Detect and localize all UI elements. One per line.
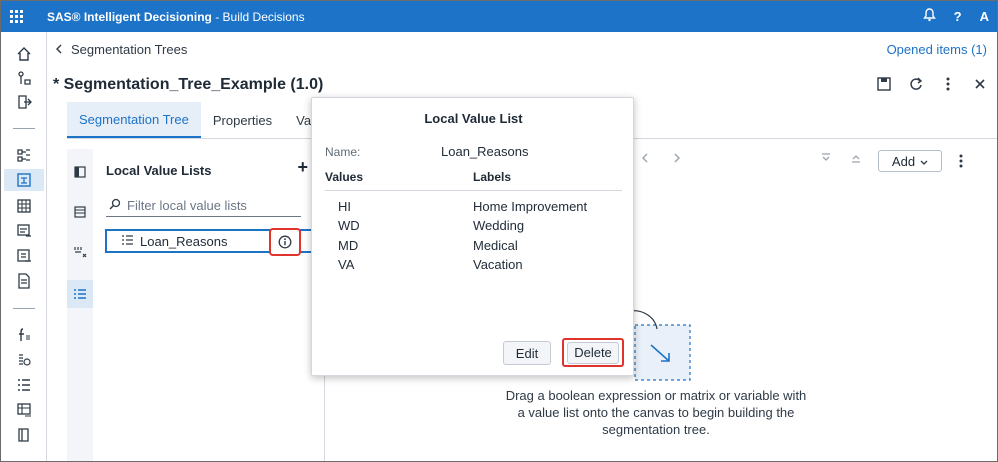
value-lists-icon[interactable]: [11, 374, 37, 396]
matrices-icon[interactable]: [69, 241, 91, 263]
user-avatar[interactable]: A: [980, 9, 989, 24]
add-value-list-button[interactable]: +: [297, 157, 308, 178]
variables-icon[interactable]: [11, 349, 37, 371]
page-title: * Segmentation_Tree_Example (1.0): [53, 76, 324, 93]
value-list-icon: [121, 234, 134, 249]
canvas-toolbar: [641, 151, 861, 166]
table-row-label: Vacation: [473, 257, 523, 272]
tab-properties[interactable]: Properties: [201, 102, 284, 138]
app-brand: SAS® Intelligent Decisioning: [47, 9, 212, 24]
table-row-value: VA: [338, 257, 355, 272]
documents-icon[interactable]: [11, 270, 37, 292]
filter-placeholder: Filter local value lists: [127, 198, 247, 213]
local-value-list-popup: Local Value List Name: Loan_Reasons Valu…: [311, 97, 634, 376]
tab-segmentation-tree[interactable]: Segmentation Tree: [67, 102, 201, 138]
edit-button[interactable]: Edit: [503, 341, 551, 365]
table-row-value: HI: [338, 199, 351, 214]
rail-divider-2: [13, 308, 35, 309]
panel-title: Local Value Lists: [106, 163, 212, 178]
code-files-icon[interactable]: [11, 245, 37, 267]
table-row-label: Home Improvement: [473, 199, 588, 214]
header-actions: [875, 75, 989, 93]
labels-header: Labels: [473, 170, 512, 184]
table-row-label: Wedding: [473, 218, 525, 233]
filter-input[interactable]: Filter local value lists: [106, 195, 301, 217]
functions-icon[interactable]: [11, 324, 37, 346]
table-row-value: WD: [338, 218, 360, 233]
app-window: SAS® Intelligent Decisioning - Build Dec…: [0, 0, 998, 462]
table-icon[interactable]: [11, 195, 37, 217]
add-button[interactable]: Add: [878, 150, 942, 172]
refresh-icon[interactable]: [907, 75, 925, 93]
local-value-lists-panel: Local Value Lists + Filter local value l…: [93, 149, 325, 461]
app-section: Build Decisions: [222, 9, 305, 24]
breadcrumb[interactable]: Segmentation Trees: [55, 42, 187, 57]
list-item-label: Loan_Reasons: [140, 233, 228, 249]
chevron-left-icon: [55, 42, 63, 57]
breadcrumb-label[interactable]: Segmentation Trees: [71, 42, 187, 57]
home-icon[interactable]: [11, 43, 37, 65]
table-row-value: MD: [338, 238, 359, 253]
data-grid-icon[interactable]: [11, 399, 37, 421]
import-icon[interactable]: [11, 91, 37, 113]
collapse-all-icon[interactable]: [851, 151, 861, 166]
notifications-bell-icon[interactable]: [922, 8, 936, 25]
values-header: Values: [325, 170, 364, 184]
search-icon: [109, 198, 121, 213]
local-value-lists-icon[interactable]: [67, 280, 93, 308]
delete-button-highlight: Delete: [562, 338, 624, 367]
rail-divider: [13, 128, 35, 129]
app-switcher-icon[interactable]: [1, 1, 31, 32]
title-separator: -: [211, 9, 223, 24]
chevron-down-icon: [920, 154, 928, 169]
rules-icon[interactable]: [11, 67, 37, 89]
side-panel-strip: [67, 149, 93, 461]
app-title: SAS® Intelligent Decisioning - Build Dec…: [47, 10, 305, 24]
more-options-icon[interactable]: [939, 75, 957, 93]
top-bar: SAS® Intelligent Decisioning - Build Dec…: [1, 1, 997, 32]
lookup-tables-icon[interactable]: [11, 220, 37, 242]
left-nav-rail: [1, 32, 47, 461]
canvas-more-options-icon[interactable]: [954, 151, 968, 171]
canvas-hint-text: Drag a boolean expression or matrix or v…: [505, 388, 807, 437]
collapse-panel-icon[interactable]: [69, 161, 91, 183]
library-icon[interactable]: [11, 424, 37, 446]
info-icon[interactable]: [269, 228, 301, 256]
name-value: Loan_Reasons: [441, 144, 529, 159]
add-button-label: Add: [891, 153, 916, 169]
close-icon[interactable]: [971, 75, 989, 93]
expand-all-icon[interactable]: [821, 151, 831, 166]
decisions-icon[interactable]: [11, 144, 37, 166]
name-label: Name:: [325, 145, 361, 159]
table-row-label: Medical: [473, 238, 518, 253]
opened-items-link[interactable]: Opened items (1): [887, 42, 987, 57]
save-icon[interactable]: [875, 75, 893, 93]
chevron-right-icon[interactable]: [673, 151, 681, 166]
popup-title: Local Value List: [424, 111, 523, 126]
chevron-left-icon[interactable]: [641, 151, 649, 166]
variables-grid-icon[interactable]: [69, 201, 91, 223]
tab-bar: Segmentation Tree Properties Var: [67, 102, 327, 138]
delete-button[interactable]: Delete: [567, 341, 619, 364]
segmentation-trees-icon[interactable]: [4, 169, 44, 191]
help-button[interactable]: ?: [954, 9, 962, 24]
header-divider: [325, 190, 622, 191]
